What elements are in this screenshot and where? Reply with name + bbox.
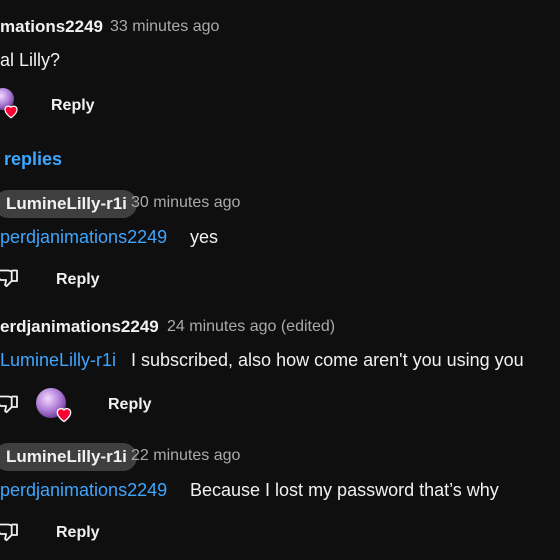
reply-timestamp[interactable]: 30 minutes ago xyxy=(131,194,240,212)
creator-heart-icon[interactable] xyxy=(36,388,76,428)
thumbs-down-icon[interactable] xyxy=(0,266,20,290)
reply-text: Because I lost my password that’s why xyxy=(190,480,499,500)
reply-author[interactable]: erdjanimations2249 xyxy=(0,317,159,337)
reply-button[interactable]: Reply xyxy=(56,271,100,289)
heart-icon xyxy=(2,102,20,120)
reply-button[interactable]: Reply xyxy=(51,97,95,115)
comment-text: al Lilly? xyxy=(0,50,61,70)
mention-link[interactable]: perdjanimations2249 xyxy=(0,480,167,501)
comment-author[interactable]: mations2249 xyxy=(0,17,103,37)
thumbs-down-icon[interactable] xyxy=(0,520,20,544)
reply-text: yes xyxy=(190,227,219,247)
heart-icon xyxy=(54,404,74,424)
author-badge[interactable]: LumineLilly-r1i xyxy=(0,443,137,471)
reply-timestamp[interactable]: 24 minutes ago (edited) xyxy=(167,318,335,336)
replies-toggle[interactable]: replies xyxy=(4,149,62,170)
reply-button[interactable]: Reply xyxy=(56,524,100,542)
creator-heart-icon[interactable] xyxy=(0,88,26,122)
mention-link[interactable]: perdjanimations2249 xyxy=(0,227,167,248)
reply-button[interactable]: Reply xyxy=(108,396,152,414)
reply-text: I subscribed, also how come aren't you u… xyxy=(131,350,524,370)
author-badge[interactable]: LumineLilly-r1i xyxy=(0,190,137,218)
mention-link[interactable]: LumineLilly-r1i xyxy=(0,350,116,371)
comment-timestamp[interactable]: 33 minutes ago xyxy=(110,18,219,36)
reply-timestamp[interactable]: 22 minutes ago xyxy=(131,447,240,465)
thumbs-down-icon[interactable] xyxy=(0,392,20,416)
